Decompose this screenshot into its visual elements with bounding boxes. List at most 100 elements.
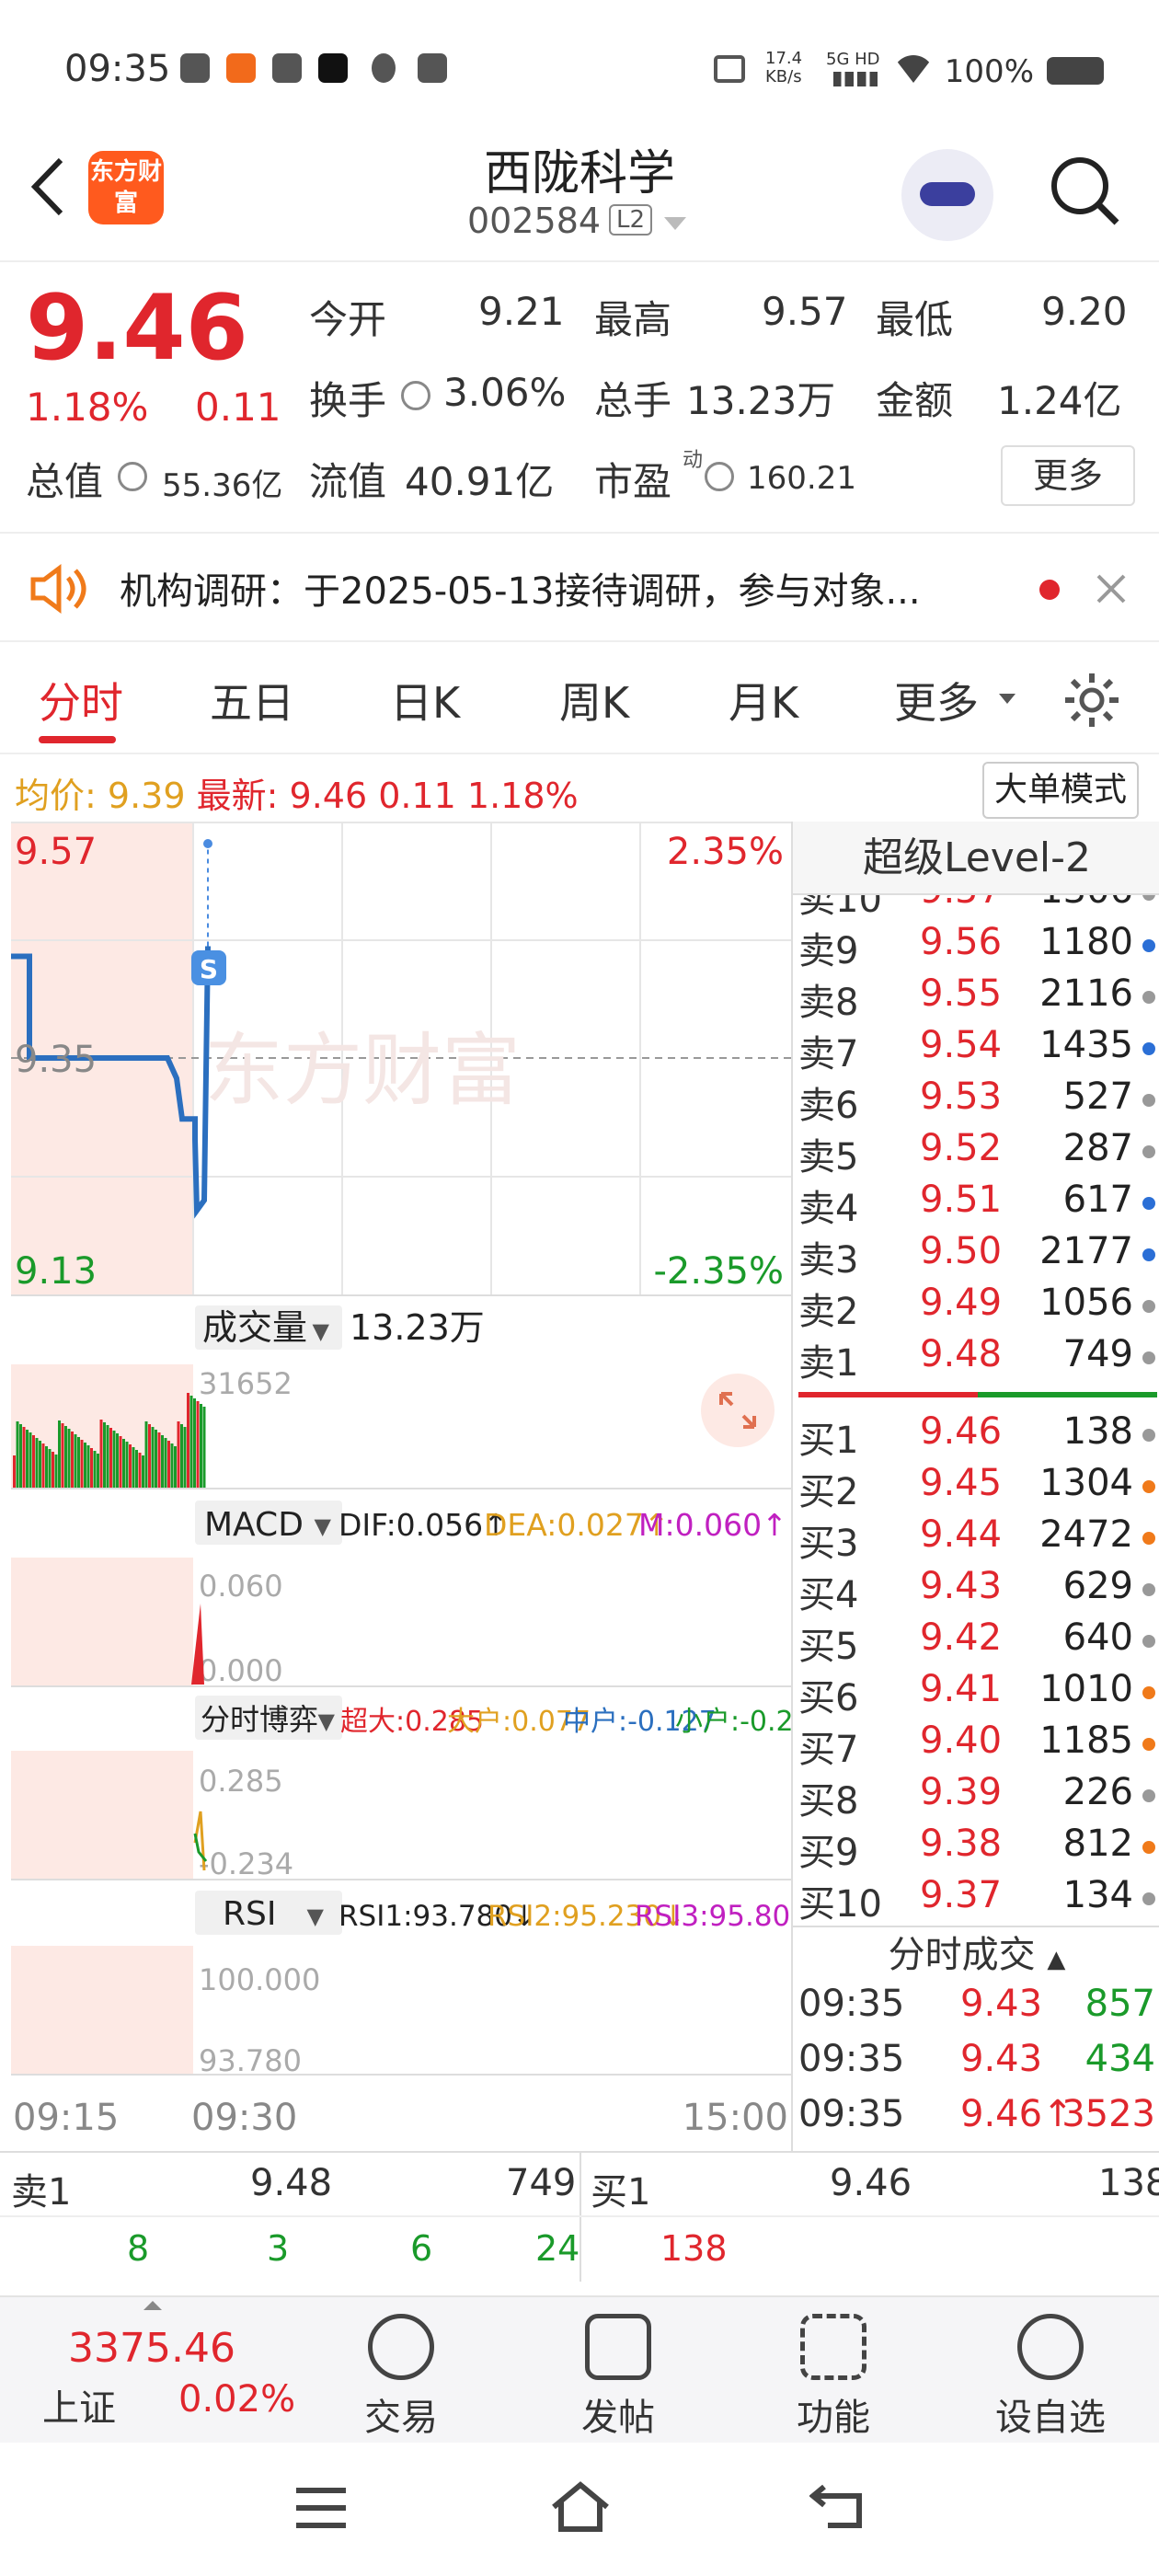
mktcap-value: 55.36亿 (162, 467, 283, 504)
tab-five-day[interactable]: 五日 (210, 670, 294, 730)
sell-queue-item: 3 (267, 2228, 290, 2269)
info-icon[interactable] (705, 462, 734, 491)
menu-icon[interactable] (293, 2485, 350, 2531)
low-value: 9.20 (1041, 289, 1128, 334)
bid-row[interactable]: 买5 9.42 640 (793, 1616, 1159, 1668)
volume-value: 13.23万 (686, 378, 836, 423)
ask-row[interactable]: 卖6 9.53 527 (793, 1075, 1159, 1127)
location-icon (372, 53, 396, 83)
pe-superscript: 动 (683, 449, 704, 472)
tab-intraday[interactable]: 分时 (39, 670, 123, 730)
ask-row[interactable]: 卖7 9.54 1435 (793, 1024, 1159, 1075)
assistant-robot-icon[interactable] (901, 149, 993, 241)
bid-row[interactable]: 买2 9.45 1304 (793, 1462, 1159, 1513)
info-icon[interactable] (401, 381, 430, 410)
message-icon (180, 53, 210, 83)
index-name[interactable]: 上证 (42, 2378, 116, 2432)
system-nav (0, 2443, 1159, 2576)
ask-row[interactable]: 卖1 9.48 749 (793, 1333, 1159, 1385)
bid-row[interactable]: 买6 9.41 1010 (793, 1668, 1159, 1719)
ask-volume: 1435 (1039, 1024, 1133, 1066)
big-order-dot (1142, 895, 1155, 901)
bid-row[interactable]: 买9 9.38 812 (793, 1823, 1159, 1874)
tab-monthly-k[interactable]: 月K (729, 670, 798, 730)
level2-panel: 超级Level-2 卖10 9.57 1306 卖9 9.56 1180 卖8 9.55 211… (791, 822, 1159, 2151)
sell-queue-item: 8 (127, 2228, 150, 2269)
dropdown-icon[interactable] (664, 217, 686, 230)
ask-row[interactable]: 卖2 9.49 1056 (793, 1282, 1159, 1333)
bid-row[interactable]: 买7 9.40 1185 (793, 1719, 1159, 1771)
ask-price: 9.50 (920, 1230, 1003, 1272)
tab-daily-k[interactable]: 日K (390, 670, 460, 730)
ask-row[interactable]: 卖5 9.52 287 (793, 1127, 1159, 1179)
level-badge[interactable]: L2 (609, 204, 653, 236)
bid-level-label: 买10 (798, 1883, 882, 1926)
nav-trade[interactable]: 交易 (309, 2314, 493, 2441)
bid-row[interactable]: 买4 9.43 629 (793, 1565, 1159, 1616)
latest-label: 最新: (196, 776, 279, 816)
trades-header[interactable]: 分时成交 ▲ (793, 1926, 1159, 1981)
battery-icon (1047, 57, 1104, 85)
current-price: 9.46 (26, 276, 248, 381)
trade-price: 9.43 (960, 2038, 1043, 2080)
search-icon[interactable] (1047, 153, 1120, 226)
nav-watchlist[interactable]: 设自选 (958, 2314, 1142, 2441)
index-pct[interactable]: 0.02% (178, 2378, 295, 2421)
ask-level-label: 卖1 (798, 1342, 859, 1385)
chevron-up-icon: ▲ (1047, 1946, 1066, 1973)
trade-row: 09:35 9.43 434 (793, 2038, 1159, 2093)
big-order-dot (1142, 1738, 1155, 1751)
back-nav-icon[interactable] (809, 2481, 866, 2531)
chevron-down-icon: ▼ (318, 1708, 336, 1734)
intraday-chart[interactable]: 东方财富 S 9.57 9.35 9.13 2.35% -2.35% 成交量 ▼… (11, 822, 791, 2151)
big-order-mode-button[interactable]: 大单模式 (982, 762, 1139, 819)
close-icon[interactable] (1095, 572, 1128, 605)
expand-icon[interactable] (701, 1374, 775, 1447)
ask-row[interactable]: 卖4 9.51 617 (793, 1179, 1159, 1230)
volume-bar (106, 1425, 109, 1489)
trade-volume: 857 (1084, 1983, 1155, 2025)
open-label: 今开 (309, 297, 387, 342)
volume-bar (16, 1421, 19, 1489)
battery-percent: 100% (944, 53, 1034, 90)
index-value[interactable]: 3375.46 (68, 2325, 235, 2372)
tab-weekly-k[interactable]: 周K (559, 670, 629, 730)
bid-row[interactable]: 买1 9.46 138 (793, 1410, 1159, 1462)
signal-icon (833, 72, 878, 86)
ask-row[interactable]: 卖3 9.50 2177 (793, 1230, 1159, 1282)
ask-row[interactable]: 卖9 9.56 1180 (793, 921, 1159, 972)
nav-functions[interactable]: 功能 (741, 2314, 925, 2441)
info-icon[interactable] (118, 462, 147, 491)
nav-post[interactable]: 发帖 (526, 2314, 710, 2441)
sell-signal-marker[interactable]: S (191, 950, 226, 985)
big-order-dot (1142, 1686, 1155, 1699)
turnover-value: 3.06% (443, 370, 567, 415)
home-icon[interactable] (548, 2479, 613, 2533)
bid-row[interactable]: 买3 9.44 2472 (793, 1513, 1159, 1565)
axis-low-pct: -2.35% (653, 1250, 784, 1293)
settings-gear-icon[interactable] (1061, 670, 1122, 730)
macd-histogram (191, 1604, 204, 1685)
ask-level-label: 卖6 (798, 1085, 859, 1127)
open-value: 9.21 (478, 289, 565, 334)
chart-area[interactable]: 东方财富 S 9.57 9.35 9.13 2.35% -2.35% 成交量 ▼… (11, 822, 791, 2151)
ask-row[interactable]: 卖8 9.55 2116 (793, 972, 1159, 1024)
notice-bar[interactable]: 机构调研：于2025-05-13接待调研，参与对象... (0, 532, 1159, 642)
low-label: 最低 (876, 297, 954, 342)
level2-title[interactable]: 超级Level-2 (793, 822, 1159, 895)
bid-row[interactable]: 买10 9.37 134 (793, 1874, 1159, 1926)
volume-label: 总手 (594, 378, 672, 423)
volume-bar (116, 1433, 119, 1489)
bid-volume: 812 (1062, 1823, 1133, 1865)
bid-volume: 2472 (1039, 1513, 1133, 1556)
bid-row[interactable]: 买8 9.39 226 (793, 1771, 1159, 1823)
bid-level-label: 买5 (798, 1626, 859, 1668)
ask-row[interactable]: 卖10 9.57 1306 (793, 895, 1159, 921)
volume-bar (90, 1448, 93, 1489)
vivo-icon (418, 53, 447, 83)
tab-more[interactable]: 更多 (894, 670, 979, 730)
more-button[interactable]: 更多 (1001, 445, 1135, 506)
big-order-dot (1142, 1789, 1155, 1802)
unread-dot (1039, 580, 1060, 600)
volume-bar (39, 1441, 41, 1489)
